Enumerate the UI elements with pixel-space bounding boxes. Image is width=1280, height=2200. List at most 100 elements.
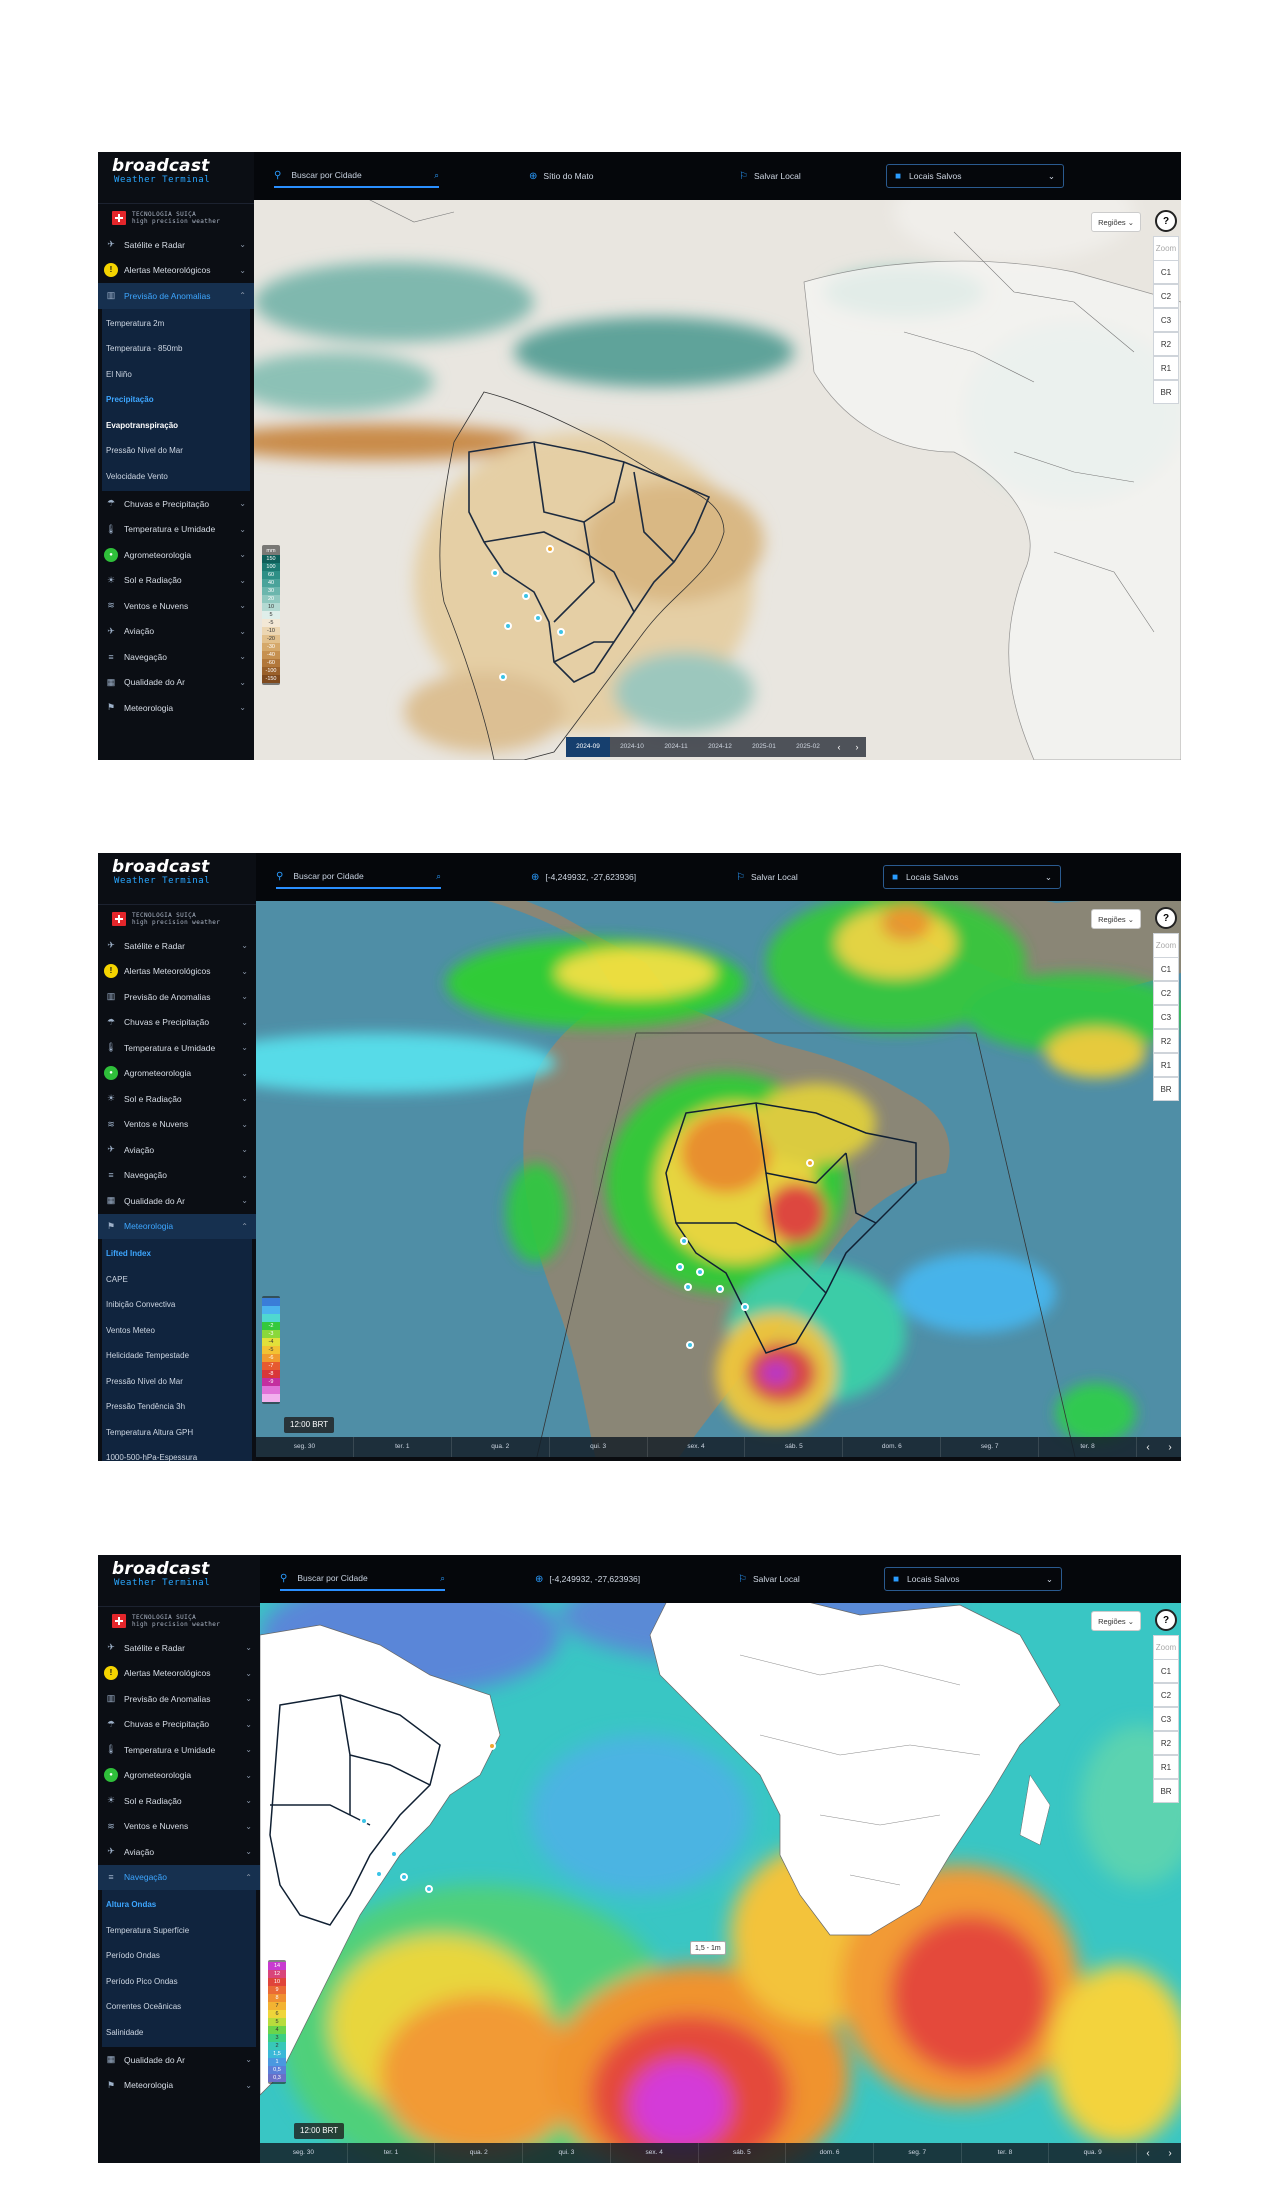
help-icon[interactable]: ?: [1155, 907, 1177, 929]
control-br[interactable]: BR: [1153, 380, 1179, 404]
menu-air-quality[interactable]: ▦ Qualidade do Ar ⌄: [98, 1188, 256, 1214]
control-c2[interactable]: C2: [1153, 1683, 1179, 1707]
timeline-day[interactable]: ter. 8: [1039, 1437, 1138, 1457]
menu-satellite[interactable]: ✈ Satélite e Radar ⌄: [98, 232, 254, 258]
menu-agro[interactable]: ● Agrometeorologia ⌄: [98, 542, 254, 568]
location-marker[interactable]: [716, 1285, 724, 1293]
submenu-item[interactable]: Ventos Meteo: [102, 1318, 252, 1344]
control-c3[interactable]: C3: [1153, 1707, 1179, 1731]
menu-satellite[interactable]: ✈ Satélite e Radar ⌄: [98, 1635, 260, 1661]
menu-rain[interactable]: ☂ Chuvas e Precipitação ⌄: [98, 491, 254, 517]
timeline-day[interactable]: seg. 30: [260, 2143, 348, 2163]
control-c3[interactable]: C3: [1153, 308, 1179, 332]
next-arrow-icon[interactable]: ›: [1159, 1442, 1181, 1453]
menu-navigation[interactable]: ≡ Navegação ⌄: [98, 1163, 256, 1189]
timeline-day[interactable]: dom. 6: [786, 2143, 874, 2163]
search-icon[interactable]: ⌕: [440, 1573, 445, 1584]
map-anomaly[interactable]: ⚲ Buscar por Cidade ⌕ ⊕ Sítio do Mato ⚐ …: [254, 152, 1181, 760]
menu-anomalies[interactable]: ▥ Previsão de Anomalias ⌃: [98, 283, 254, 309]
control-br[interactable]: BR: [1153, 1779, 1179, 1803]
menu-wind[interactable]: ≋ Ventos e Nuvens ⌄: [98, 1112, 256, 1138]
location-marker-orange[interactable]: [806, 1159, 814, 1167]
submenu-item[interactable]: Temperatura - 850mb: [102, 336, 250, 362]
menu-anomalies[interactable]: ▥ Previsão de Anomalias ⌄: [98, 1686, 260, 1712]
month-item[interactable]: 2024-09: [566, 737, 610, 757]
location-marker[interactable]: [680, 1237, 688, 1245]
control-br[interactable]: BR: [1153, 1077, 1179, 1101]
saved-locations-select[interactable]: ■ Locais Salvos ⌄: [886, 164, 1064, 188]
control-c2[interactable]: C2: [1153, 981, 1179, 1005]
submenu-item[interactable]: Período Ondas: [102, 1943, 256, 1969]
location-marker[interactable]: [491, 569, 499, 577]
menu-sun[interactable]: ☀ Sol e Radiação ⌄: [98, 1086, 256, 1112]
location-marker[interactable]: [375, 1870, 383, 1878]
search-input[interactable]: Buscar por Cidade: [297, 1573, 440, 1583]
submenu-item-active[interactable]: Precipitação: [102, 387, 250, 413]
month-item[interactable]: 2024-10: [610, 737, 654, 757]
map-meteorology[interactable]: ⚲ Buscar por Cidade ⌕ ⊕ [-4,249932, -27,…: [256, 853, 1181, 1461]
control-r1[interactable]: R1: [1153, 1053, 1179, 1077]
menu-air-quality[interactable]: ▦ Qualidade do Ar ⌄: [98, 670, 254, 696]
timeline-day[interactable]: sex. 4: [648, 1437, 746, 1457]
regions-dropdown[interactable]: Regiões ⌄: [1091, 212, 1141, 232]
menu-anomalies[interactable]: ▥ Previsão de Anomalias ⌄: [98, 984, 256, 1010]
location-marker-orange[interactable]: [488, 1742, 496, 1750]
save-location-button[interactable]: ⚐ Salvar Local: [739, 166, 801, 186]
menu-sun[interactable]: ☀ Sol e Radiação ⌄: [98, 1788, 260, 1814]
menu-alerts[interactable]: ! Alertas Meteorológicos ⌄: [98, 959, 256, 985]
submenu-item-active[interactable]: Altura Ondas: [102, 1892, 256, 1918]
location-marker[interactable]: [686, 1341, 694, 1349]
submenu-item[interactable]: Pressão Nível do Mar: [102, 1369, 252, 1395]
timeline-day[interactable]: seg. 7: [941, 1437, 1040, 1457]
save-location-button[interactable]: ⚐ Salvar Local: [738, 1569, 800, 1589]
timeline-day[interactable]: sex. 4: [611, 2143, 699, 2163]
control-c1[interactable]: C1: [1153, 260, 1179, 284]
menu-navigation[interactable]: ≡ Navegação ⌃: [98, 1864, 260, 1890]
menu-sun[interactable]: ☀ Sol e Radiação ⌄: [98, 568, 254, 594]
submenu-item[interactable]: Inibição Convectiva: [102, 1292, 252, 1318]
search-input[interactable]: Buscar por Cidade: [293, 871, 436, 881]
menu-aviation[interactable]: ✈ Aviação ⌄: [98, 1137, 256, 1163]
submenu-item[interactable]: Helicidade Tempestade: [102, 1343, 252, 1369]
menu-alerts[interactable]: ! Alertas Meteorológicos ⌄: [98, 258, 254, 284]
menu-satellite[interactable]: ✈ Satélite e Radar ⌄: [98, 933, 256, 959]
menu-rain[interactable]: ☂ Chuvas e Precipitação ⌄: [98, 1712, 260, 1738]
control-c2[interactable]: C2: [1153, 284, 1179, 308]
menu-meteorology[interactable]: ⚑ Meteorologia ⌄: [98, 2073, 260, 2099]
month-item[interactable]: 2025-01: [742, 737, 786, 757]
location-marker[interactable]: [741, 1303, 749, 1311]
timeline-day[interactable]: qui. 3: [523, 2143, 611, 2163]
submenu-item[interactable]: 1000-500-hPa-Espessura: [102, 1445, 252, 1461]
saved-locations-select[interactable]: ■ Locais Salvos ⌄: [884, 1567, 1062, 1591]
control-c1[interactable]: C1: [1153, 957, 1179, 981]
timeline-day[interactable]: ter. 1: [348, 2143, 436, 2163]
location-marker[interactable]: [522, 592, 530, 600]
control-r1[interactable]: R1: [1153, 1755, 1179, 1779]
submenu-item[interactable]: CAPE: [102, 1267, 252, 1293]
location-marker[interactable]: [400, 1873, 408, 1881]
control-r1[interactable]: R1: [1153, 356, 1179, 380]
menu-meteorology[interactable]: ⚑ Meteorologia ⌄: [98, 695, 254, 721]
prev-arrow-icon[interactable]: ‹: [1137, 1442, 1159, 1453]
month-item[interactable]: 2024-11: [654, 737, 698, 757]
submenu-item[interactable]: Temperatura 2m: [102, 311, 250, 337]
map-navigation[interactable]: ⚲ Buscar por Cidade ⌕ ⊕ [-4,249932, -27,…: [260, 1555, 1181, 2163]
submenu-item[interactable]: Evapotranspiração: [102, 413, 250, 439]
submenu-item[interactable]: Pressão Nível do Mar: [102, 438, 250, 464]
location-marker[interactable]: [360, 1817, 368, 1825]
location-marker-orange[interactable]: [546, 545, 554, 553]
location-marker[interactable]: [534, 614, 542, 622]
timeline-day[interactable]: dom. 6: [843, 1437, 942, 1457]
month-item[interactable]: 2024-12: [698, 737, 742, 757]
submenu-item[interactable]: Velocidade Vento: [102, 464, 250, 490]
submenu-item[interactable]: Período Pico Ondas: [102, 1969, 256, 1995]
submenu-item[interactable]: Pressão Tendência 3h: [102, 1394, 252, 1420]
search-icon[interactable]: ⌕: [434, 170, 439, 181]
menu-air-quality[interactable]: ▦ Qualidade do Ar ⌄: [98, 2047, 260, 2073]
location-display[interactable]: ⊕ [-4,249932, -27,623936]: [531, 867, 636, 887]
month-item[interactable]: 2025-02: [786, 737, 830, 757]
save-location-button[interactable]: ⚐ Salvar Local: [736, 867, 798, 887]
submenu-item[interactable]: Temperatura Superfície: [102, 1918, 256, 1944]
timeline-day[interactable]: qua. 2: [435, 2143, 524, 2163]
timeline-day[interactable]: ter. 1: [354, 1437, 452, 1457]
